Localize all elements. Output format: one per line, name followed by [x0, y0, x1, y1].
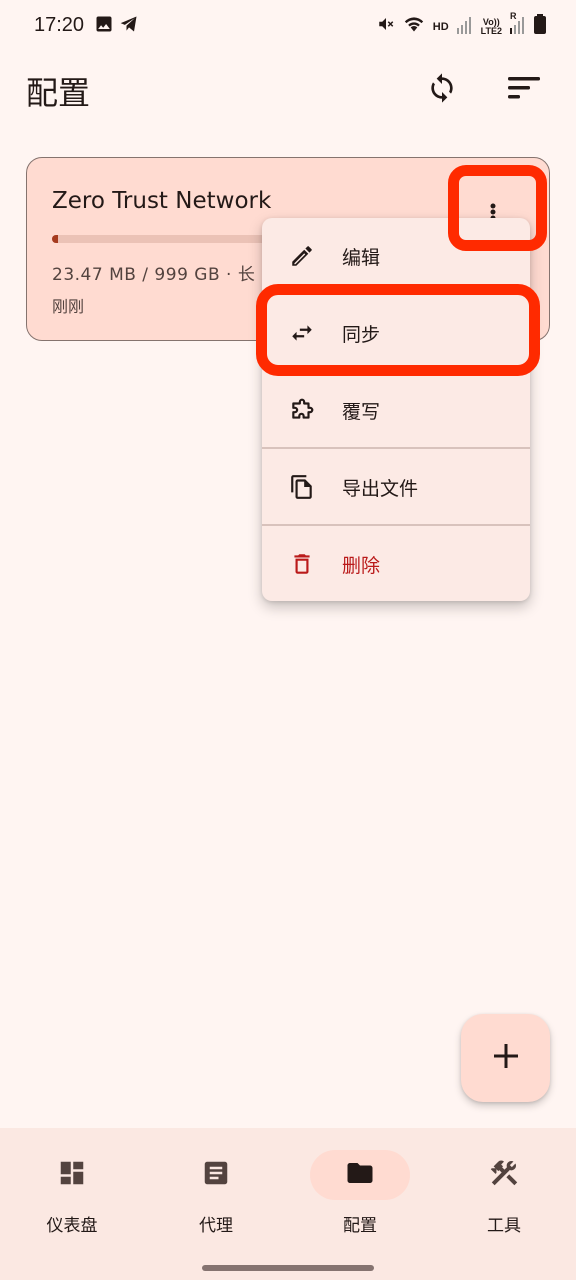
- add-profile-button[interactable]: [461, 1014, 550, 1102]
- nav-item-dashboard[interactable]: 仪表盘: [0, 1150, 144, 1240]
- nav-item-tools[interactable]: 工具: [432, 1150, 576, 1240]
- sync-icon: [426, 72, 458, 108]
- image-icon: [94, 14, 114, 36]
- nav-indicator: [454, 1150, 554, 1200]
- edit-icon: [288, 242, 316, 270]
- roaming-label: R: [510, 10, 517, 21]
- app-bar: 配置: [0, 60, 576, 124]
- nav-indicator: [166, 1150, 266, 1200]
- page-title: 配置: [26, 74, 91, 112]
- sort-button[interactable]: [500, 66, 548, 114]
- nav-item-profiles[interactable]: 配置: [288, 1150, 432, 1240]
- folder-icon: [344, 1158, 376, 1192]
- status-icons: HD Vo)) LTE2 R: [377, 11, 546, 39]
- signal-icon: [456, 15, 473, 39]
- profile-context-menu: 编辑 同步 覆写 导出文件 删除: [262, 218, 530, 601]
- highlight-more-button: [448, 165, 547, 251]
- volte-label: Vo)) LTE2: [480, 17, 502, 36]
- status-bar: 17:20 HD Vo)) LTE2 R: [0, 0, 576, 52]
- profile-usage: 23.47 MB / 999 GB · 长: [52, 265, 256, 285]
- status-time: 17:20: [34, 14, 85, 36]
- screen: 17:20 HD Vo)) LTE2 R 配置 Zero Trust Netwo…: [0, 0, 576, 1280]
- profile-name: Zero Trust Network: [52, 188, 272, 214]
- sort-icon: [507, 73, 541, 107]
- menu-label-export: 导出文件: [342, 477, 419, 500]
- menu-item-override[interactable]: 覆写: [262, 372, 530, 448]
- nav-label-proxies: 代理: [199, 1216, 233, 1236]
- menu-item-delete[interactable]: 删除: [262, 526, 530, 602]
- dashboard-icon: [57, 1158, 87, 1192]
- tools-icon: [488, 1157, 520, 1193]
- profile-updated: 刚刚: [52, 297, 85, 316]
- nav-label-profiles: 配置: [343, 1216, 377, 1236]
- nav-indicator-active: [310, 1150, 410, 1200]
- add-icon: [492, 1042, 520, 1074]
- sync-button[interactable]: [418, 66, 466, 114]
- telegram-icon: [118, 14, 140, 36]
- roaming-signal: R: [510, 11, 526, 39]
- article-icon: [201, 1158, 231, 1192]
- nav-label-dashboard: 仪表盘: [46, 1216, 98, 1236]
- menu-label-delete: 删除: [342, 554, 381, 577]
- menu-label-override: 覆写: [342, 400, 381, 423]
- nav-label-tools: 工具: [487, 1216, 521, 1236]
- menu-item-export[interactable]: 导出文件: [262, 449, 530, 525]
- file-copy-icon: [288, 473, 316, 501]
- wifi-icon: [403, 14, 425, 39]
- battery-icon: [534, 14, 546, 39]
- nav-item-proxies[interactable]: 代理: [144, 1150, 288, 1240]
- nav-indicator: [22, 1150, 122, 1200]
- volte-label-bottom: LTE2: [480, 25, 502, 36]
- network-type-label: HD: [432, 20, 449, 33]
- highlight-sync-item: [256, 284, 540, 376]
- usage-progress-fill: [52, 235, 58, 243]
- gesture-handle[interactable]: [202, 1265, 374, 1271]
- delete-icon: [288, 550, 316, 578]
- menu-label-edit: 编辑: [342, 246, 381, 269]
- bottom-navigation: 仪表盘 代理 配置 工具: [0, 1128, 576, 1280]
- mute-icon: [377, 14, 395, 39]
- extension-icon: [288, 396, 316, 424]
